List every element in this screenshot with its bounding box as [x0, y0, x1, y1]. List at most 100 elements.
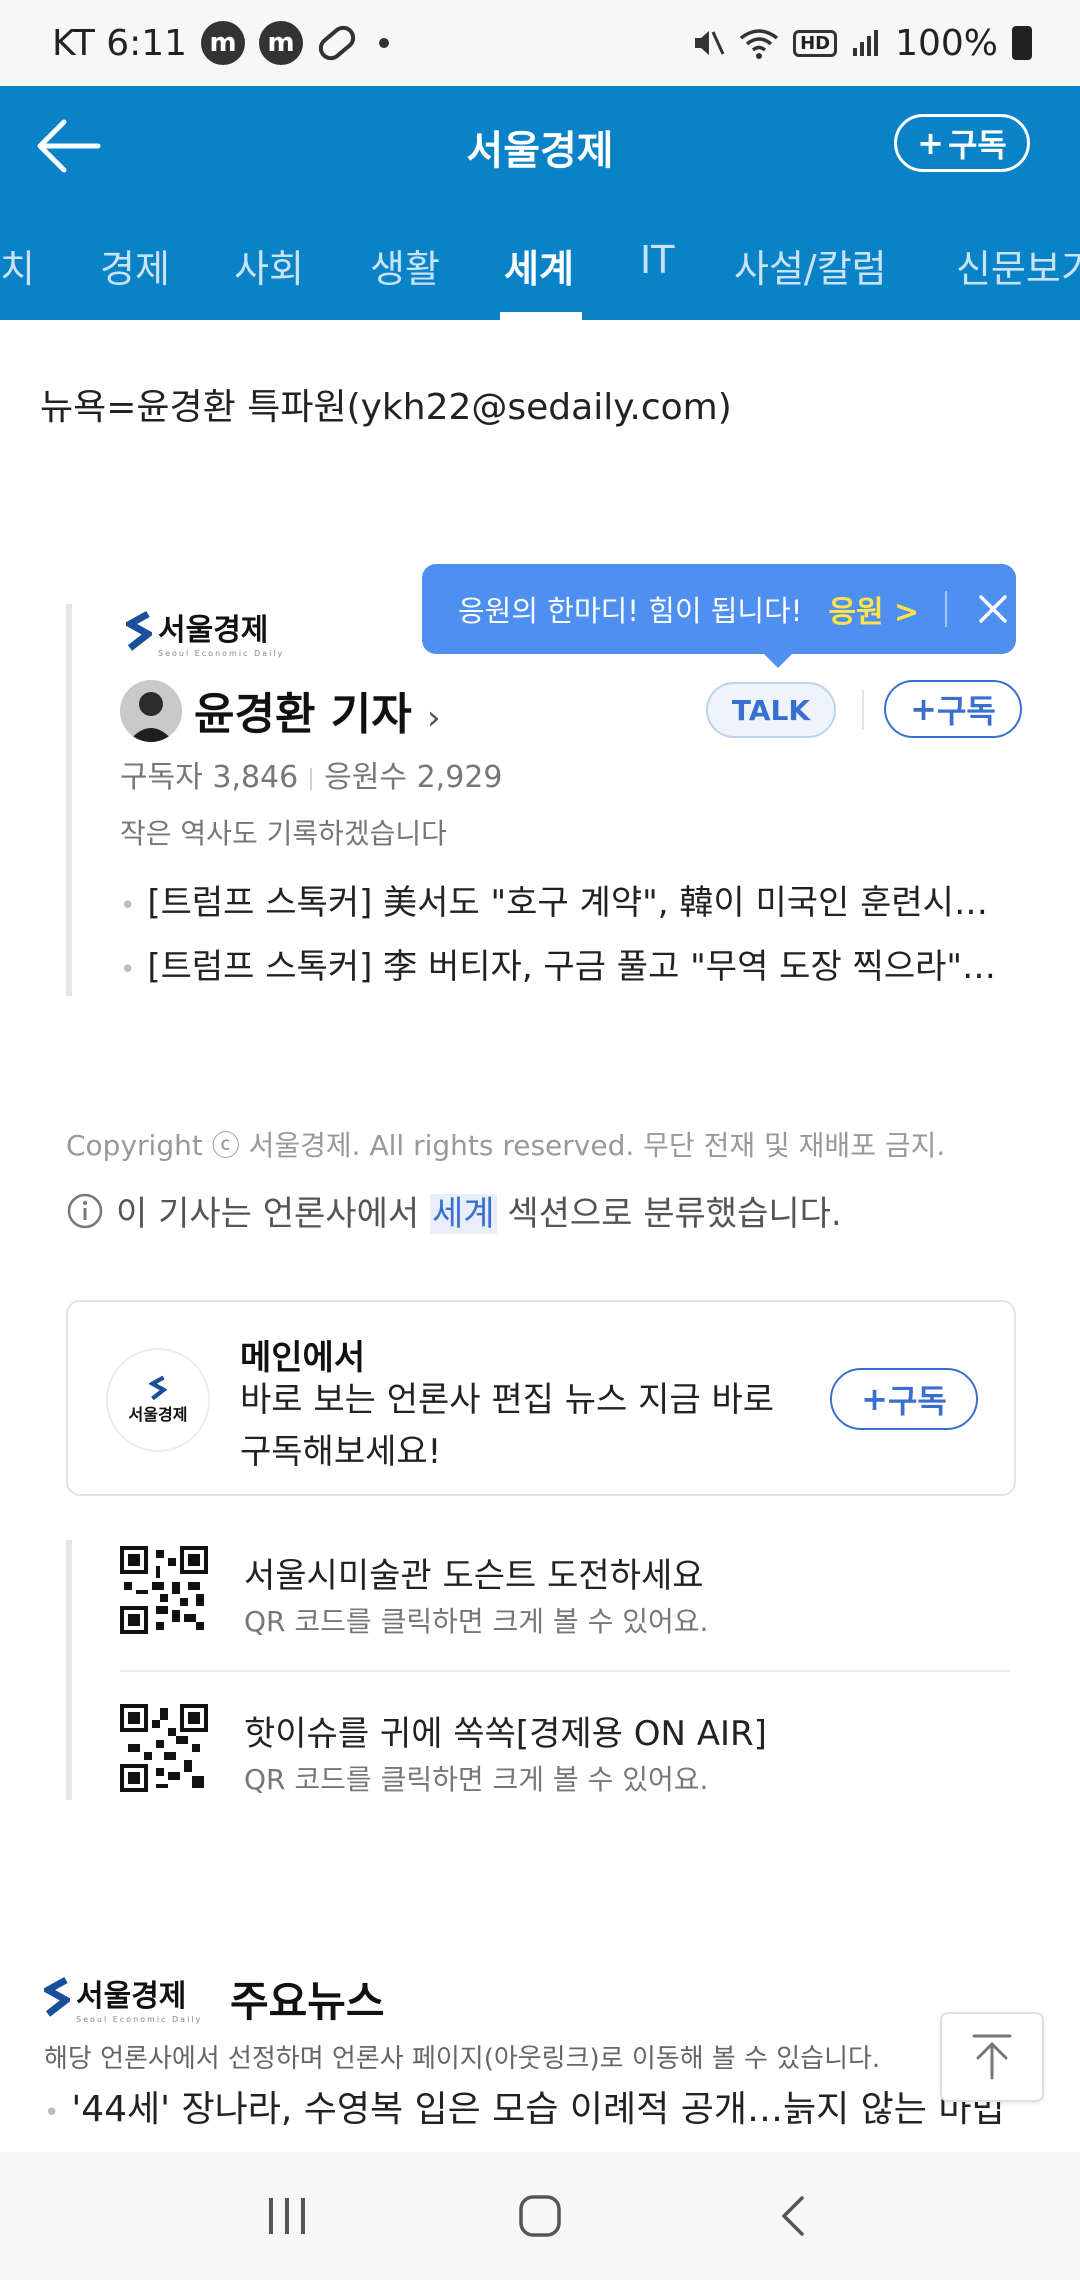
qr-title: 핫이슈를 귀에 쏙쏙[경제용 ON AIR] — [244, 1714, 767, 1754]
qr-promo-item[interactable]: 핫이슈를 귀에 쏙쏙[경제용 ON AIR] QR 코드를 클릭하면 크게 볼 … — [120, 1704, 1000, 1800]
qr-promo-list: 서울시미술관 도슨트 도전하세요 QR 코드를 클릭하면 크게 볼 수 있어요.… — [66, 1540, 1016, 1800]
plus-icon: + — [917, 124, 944, 162]
copyright-text: Copyright ⓒ 서울경제. All rights reserved. 무… — [66, 1129, 946, 1162]
press-logo-text: 서울경제 — [158, 612, 269, 648]
subscribe-label: 구독 — [947, 126, 1007, 164]
reporter-avatar[interactable] — [120, 680, 182, 742]
bullet: • — [120, 955, 136, 985]
press-logo-circle: 서울경제 — [106, 1348, 210, 1452]
section-link[interactable]: 세계 — [429, 1194, 497, 1234]
press-logo-subtext: Seoul Economic Daily — [158, 648, 285, 658]
page-title: 서울경제 — [466, 128, 614, 174]
tab-newspaper[interactable]: 신문보기 — [956, 238, 1080, 293]
cheer-link[interactable]: 응원 > — [828, 587, 919, 631]
reporter-motto: 작은 역사도 기록하겠습니다 — [120, 817, 447, 850]
reporter-subscribe-button[interactable]: + 구독 — [884, 680, 1022, 738]
back-button[interactable] — [34, 114, 104, 178]
status-bar: KT 6:11 m m HD 100% — [0, 0, 1080, 86]
reporter-name[interactable]: 윤경환 기자 › — [194, 678, 441, 742]
battery-icon — [1012, 26, 1032, 60]
home-button[interactable] — [500, 2176, 580, 2256]
status-right: HD 100% — [691, 23, 1032, 64]
top-news-description: 해당 언론사에서 선정하며 언론사 페이지(아웃링크)로 이동해 볼 수 있습니… — [44, 2044, 881, 2074]
signal-icon — [853, 30, 879, 56]
carrier-time: KT 6:11 — [52, 22, 188, 64]
back-arrow-icon — [37, 119, 101, 173]
tab-society[interactable]: 사회 — [234, 238, 304, 293]
qr-code-icon[interactable] — [120, 1704, 208, 1792]
home-icon — [519, 2195, 561, 2237]
main-card-description: 바로 보는 언론사 편집 뉴스 지금 바로 구독해보세요! — [240, 1380, 775, 1472]
press-logo[interactable]: 서울경제 Seoul Economic Daily — [126, 606, 285, 658]
talk-button[interactable]: TALK — [706, 682, 836, 738]
sedaily-s-logo-icon — [126, 610, 152, 651]
main-subscribe-button[interactable]: + 구독 — [830, 1368, 978, 1430]
mute-icon — [695, 31, 725, 55]
tab-economy[interactable]: 경제 — [100, 238, 170, 293]
close-icon[interactable] — [973, 589, 1013, 629]
reporter-stats: 구독자 3,846 응원수 2,929 — [120, 752, 502, 796]
app-header: 서울경제 + 구독 — [0, 86, 1080, 208]
battery-percent: 100% — [895, 22, 998, 64]
system-nav-bar — [0, 2152, 1080, 2280]
sedaily-s-logo-icon — [44, 1976, 70, 2017]
tab-editorial[interactable]: 사설/칼럼 — [734, 238, 887, 293]
press-logo[interactable]: 서울경제 Seoul Economic Daily — [44, 1972, 203, 2024]
qr-subtitle: QR 코드를 클릭하면 크게 볼 수 있어요. — [244, 1605, 709, 1638]
category-tabs: 치 경제 사회 생활 세계 IT 사설/칼럼 신문보기 — [0, 208, 1080, 320]
divider — [310, 767, 313, 790]
qr-promo-item[interactable]: 서울시미술관 도슨트 도전하세요 QR 코드를 클릭하면 크게 볼 수 있어요. — [120, 1546, 1000, 1642]
recent-apps-button[interactable] — [247, 2176, 327, 2256]
qr-code-icon[interactable] — [120, 1546, 208, 1634]
recent-apps-icon — [268, 2198, 305, 2234]
bullet: • — [120, 891, 136, 921]
active-tab-indicator — [500, 312, 582, 320]
reporter-name-text: 윤경환 기자 — [194, 689, 412, 740]
press-logo-text: 서울경제 — [128, 1405, 188, 1424]
press-logo-subtext: Seoul Economic Daily — [76, 2014, 203, 2024]
back-chevron-icon — [782, 2196, 805, 2236]
headline-text: [트럼프 스톡커] 李 버티자, 구금 풀고 "무역 도장 찍으라" 압박 — [147, 947, 1000, 987]
press-logo-text: 서울경제 — [76, 1978, 187, 2014]
divider — [945, 591, 948, 627]
note-after: 섹션으로 분류했습니다. — [496, 1194, 842, 1234]
tab-world[interactable]: 세계 — [504, 238, 574, 293]
wifi-icon — [739, 29, 779, 59]
subscriber-count: 구독자 3,846 — [120, 760, 299, 795]
header-subscribe-button[interactable]: + 구독 — [894, 114, 1030, 172]
subscribe-label: 구독 — [887, 1382, 947, 1420]
info-icon — [67, 1193, 103, 1228]
cheer-tooltip[interactable]: 응원의 한마디! 힘이 됩니다! 응원 > — [422, 564, 1016, 668]
bullet: • — [44, 2098, 60, 2128]
arrow-up-icon — [972, 2034, 1012, 2080]
top-news-title: 주요뉴스 — [230, 1977, 385, 2026]
tab-it[interactable]: IT — [640, 238, 674, 282]
main-subscribe-card: 서울경제 메인에서 바로 보는 언론사 편집 뉴스 지금 바로 구독해보세요! … — [66, 1300, 1016, 1496]
headline-text: [트럼프 스톡커] 美서도 "호구 계약", 韓이 미국인 훈련시키는 비용까지… — [147, 883, 1000, 923]
subscribe-label: 구독 — [936, 692, 996, 730]
tab-politics[interactable]: 치 — [0, 238, 35, 293]
notification-m-icon: m — [201, 21, 246, 65]
pill-notification-icon — [314, 20, 361, 66]
list-item[interactable]: • [트럼프 스톡커] 美서도 "호구 계약", 韓이 미국인 훈련시키는 비용까… — [120, 874, 1000, 938]
section-classification-note: 이 기사는 언론사에서 세계 섹션으로 분류했습니다. — [66, 1186, 842, 1235]
status-left: KT 6:11 m m — [52, 20, 390, 66]
reporter-card: 서울경제 Seoul Economic Daily 윤경환 기자 › TALK … — [66, 604, 1022, 996]
qr-subtitle: QR 코드를 클릭하면 크게 볼 수 있어요. — [244, 1763, 709, 1796]
scroll-top-button[interactable] — [940, 2012, 1044, 2102]
plus-icon: + — [910, 690, 937, 728]
notification-m-icon-2: m — [259, 21, 304, 65]
article-byline: 뉴욕=윤경환 특파원(ykh22@sedaily.com) — [40, 387, 732, 428]
tab-living[interactable]: 생활 — [370, 238, 440, 293]
back-nav-button[interactable] — [753, 2176, 833, 2256]
news-headline: '44세' 장나라, 수영복 입은 모습 이례적 공개…늙지 않는 마법 — [71, 2089, 1005, 2130]
more-notifications-icon — [379, 38, 390, 48]
cheer-count: 응원수 2,929 — [324, 760, 503, 795]
hd-voice-icon: HD — [793, 29, 838, 57]
tooltip-text: 응원의 한마디! 힘이 됩니다! — [458, 594, 803, 628]
divider — [862, 690, 864, 730]
avatar-photo — [120, 680, 182, 742]
list-item[interactable]: • [트럼프 스톡커] 李 버티자, 구금 풀고 "무역 도장 찍으라" 압박 — [120, 938, 1000, 1002]
list-item[interactable]: • '44세' 장나라, 수영복 입은 모습 이례적 공개…늙지 않는 마법 — [44, 2080, 1024, 2132]
divider — [120, 1670, 1010, 1672]
